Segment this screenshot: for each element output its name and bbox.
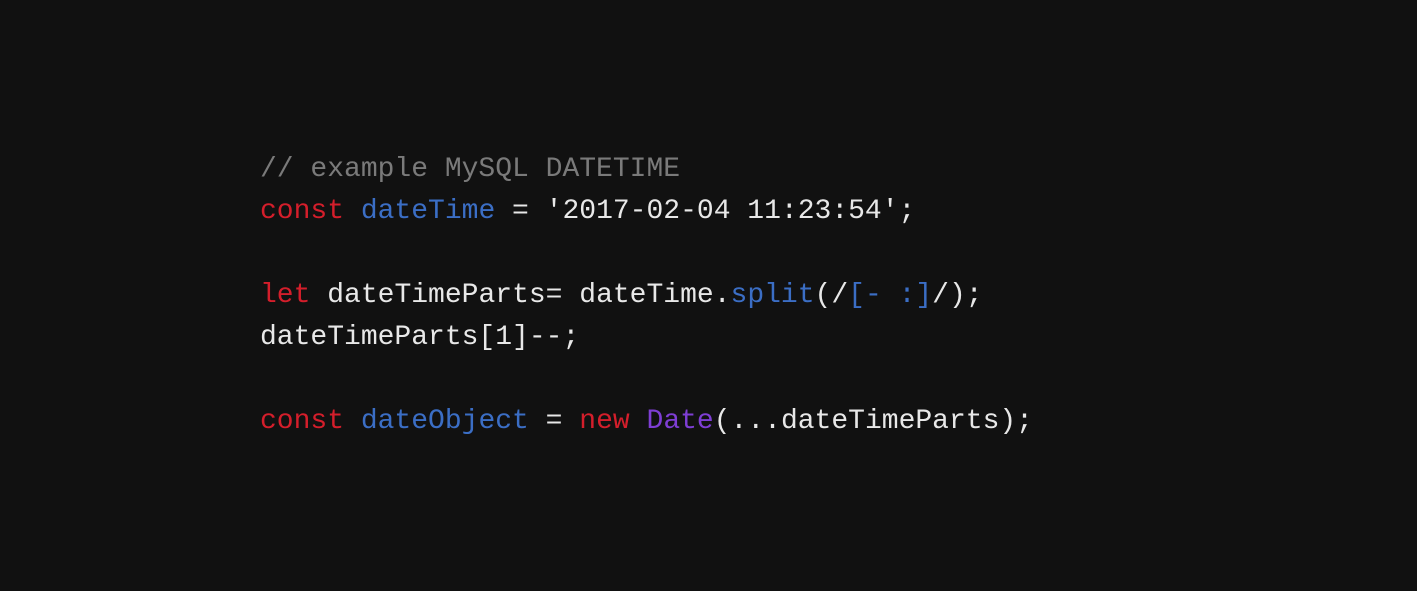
paren-open: ( xyxy=(815,280,832,311)
regex-slash-close: / xyxy=(932,280,949,311)
paren-close: ) xyxy=(949,280,966,311)
call-args: (...dateTimeParts); xyxy=(714,406,1033,437)
keyword-new: new xyxy=(579,406,629,437)
class-date: Date xyxy=(647,406,714,437)
keyword-const: const xyxy=(260,196,344,227)
operator-equals: = xyxy=(529,406,579,437)
semicolon: ; xyxy=(899,196,916,227)
operator-equals-call: = dateTime. xyxy=(546,280,731,311)
code-snippet: // example MySQL DATETIME const dateTime… xyxy=(260,149,1033,443)
variable-dateTime: dateTime xyxy=(361,196,495,227)
operator-equals: = xyxy=(495,196,545,227)
string-literal: '2017-02-04 11:23:54' xyxy=(546,196,899,227)
variable-dateTimeParts: dateTimeParts xyxy=(327,280,545,311)
semicolon: ; xyxy=(966,280,983,311)
statement-decrement: dateTimeParts[1]--; xyxy=(260,322,579,353)
keyword-let: let xyxy=(260,280,310,311)
code-comment: // example MySQL DATETIME xyxy=(260,154,680,185)
variable-dateObject: dateObject xyxy=(361,406,529,437)
method-split: split xyxy=(731,280,815,311)
regex-slash: / xyxy=(831,280,848,311)
regex-charclass: [- :] xyxy=(848,280,932,311)
keyword-const: const xyxy=(260,406,344,437)
space xyxy=(630,406,647,437)
